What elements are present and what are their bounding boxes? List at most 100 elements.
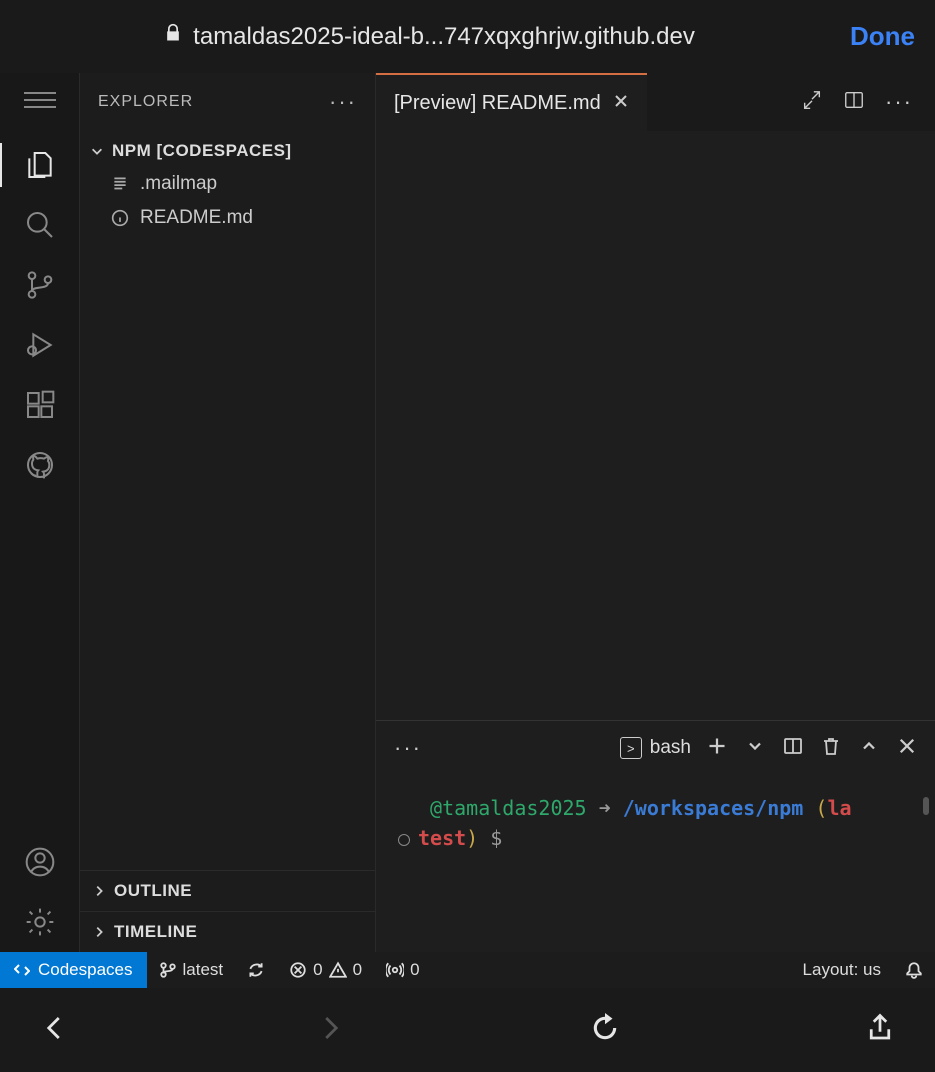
terminal-more-icon[interactable]: ··· [394,735,422,761]
terminal-box-icon: > [620,737,642,759]
file-tree: NPM [CODESPACES] .mailmap README.md [80,131,375,239]
activity-settings[interactable] [0,892,80,952]
editor-more-icon[interactable]: ··· [885,89,913,115]
nav-refresh-button[interactable] [590,1013,620,1048]
status-sync[interactable] [235,961,277,979]
explorer-more-icon[interactable]: ··· [329,89,357,115]
kill-terminal-icon[interactable] [821,736,841,761]
branch-icon [24,269,56,301]
nav-share-button[interactable] [865,1013,895,1048]
terminal-scrollbar[interactable] [923,797,929,815]
activity-extensions[interactable] [0,375,80,435]
browser-chrome: tamaldas2025-ideal-b...747xqxghrjw.githu… [0,0,935,73]
account-icon [24,846,56,878]
status-bar: Codespaces latest 0 0 0 Layout: us [0,952,935,988]
status-problems[interactable]: 0 0 [277,960,374,980]
terminal-dropdown-icon[interactable] [745,736,765,761]
terminal-shell-selector[interactable]: > bash [620,737,691,759]
chevron-right-icon [92,884,106,898]
warning-icon [329,961,347,979]
terminal-branch-part2: test [418,826,466,850]
status-notifications[interactable] [893,961,935,979]
terminal-branch-part1: la [827,796,851,820]
sync-icon [247,961,265,979]
activity-run-debug[interactable] [0,315,80,375]
nav-forward-button[interactable] [315,1013,345,1048]
split-editor-icon[interactable] [843,89,865,116]
outline-section[interactable]: OUTLINE [80,870,375,911]
bell-icon [905,961,923,979]
explorer-title: EXPLORER [98,93,193,111]
activity-explorer[interactable] [0,135,80,195]
nav-back-button[interactable] [40,1013,70,1048]
files-icon [24,149,56,181]
paren-close: ) [466,826,478,850]
open-changes-icon[interactable] [801,89,823,116]
terminal-body[interactable]: @tamaldas2025 ➜ /workspaces/npm (la test… [376,775,935,952]
url-text: tamaldas2025-ideal-b...747xqxghrjw.githu… [193,23,695,51]
outline-label: OUTLINE [114,881,192,901]
tree-root[interactable]: NPM [CODESPACES] [80,135,375,167]
extensions-icon [24,389,56,421]
terminal-panel: ··· > bash @tamaldas2025 [376,720,935,952]
shell-name: bash [650,737,691,759]
ports-count: 0 [410,960,419,980]
tab-readme-preview[interactable]: [Preview] README.md [376,73,647,131]
broadcast-icon [386,961,404,979]
status-ports[interactable]: 0 [374,960,431,980]
preview-body[interactable] [376,131,935,720]
remote-icon [14,962,30,978]
paren-open: ( [815,796,827,820]
status-codespaces[interactable]: Codespaces [0,952,147,988]
error-icon [289,961,307,979]
timeline-section[interactable]: TIMELINE [80,911,375,952]
status-layout[interactable]: Layout: us [791,960,893,980]
play-bug-icon [24,329,56,361]
terminal-user: @tamaldas2025 [430,796,587,820]
tab-label: [Preview] README.md [394,92,601,115]
codespaces-label: Codespaces [38,960,133,980]
terminal-header: ··· > bash [376,721,935,775]
mobile-nav [0,988,935,1072]
editor-actions: ··· [779,89,935,116]
terminal-status-circle-icon [398,834,410,846]
git-branch-icon [159,961,177,979]
activity-source-control[interactable] [0,255,80,315]
done-button[interactable]: Done [850,21,915,52]
menu-button[interactable] [24,87,56,113]
info-file-icon [110,208,130,228]
file-name: README.md [140,207,253,229]
chevron-down-icon [90,144,104,158]
editor-area: [Preview] README.md ··· ··· [376,73,935,952]
activity-github[interactable] [0,435,80,495]
error-count: 0 [313,960,322,980]
gear-icon [24,906,56,938]
ide-root: EXPLORER ··· NPM [CODESPACES] .mailmap R… [0,73,935,952]
status-branch[interactable]: latest [147,960,236,980]
search-icon [24,209,56,241]
split-terminal-icon[interactable] [783,736,803,761]
terminal-arrow: ➜ [599,796,611,820]
file-readme[interactable]: README.md [80,201,375,235]
terminal-path: /workspaces/npm [623,796,804,820]
address-bar[interactable]: tamaldas2025-ideal-b...747xqxghrjw.githu… [20,22,838,51]
activity-search[interactable] [0,195,80,255]
timeline-label: TIMELINE [114,922,197,942]
root-label: NPM [CODESPACES] [112,141,292,161]
github-icon [24,449,56,481]
lock-icon [163,22,183,51]
explorer-sidebar: EXPLORER ··· NPM [CODESPACES] .mailmap R… [80,73,376,952]
warning-count: 0 [353,960,362,980]
activity-account[interactable] [0,832,80,892]
tabs-bar: [Preview] README.md ··· [376,73,935,131]
maximize-panel-icon[interactable] [859,736,879,761]
file-mailmap[interactable]: .mailmap [80,167,375,201]
explorer-header: EXPLORER ··· [80,73,375,131]
close-tab-button[interactable] [613,92,629,115]
branch-name: latest [183,960,224,980]
chevron-right-icon [92,925,106,939]
file-name: .mailmap [140,173,217,195]
close-panel-icon[interactable] [897,736,917,761]
activity-bar [0,73,80,952]
new-terminal-button[interactable] [707,736,727,761]
